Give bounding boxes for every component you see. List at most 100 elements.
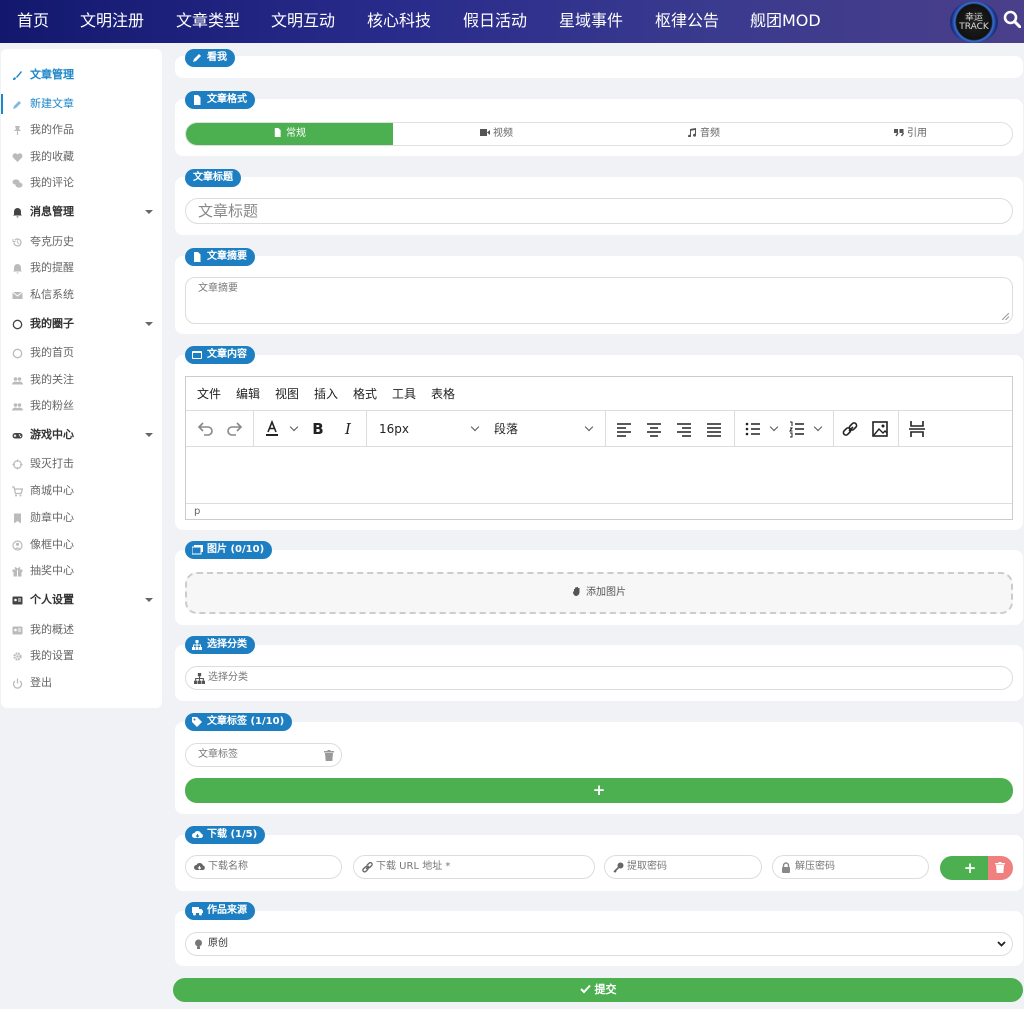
tab-video[interactable]: 视频 — [393, 123, 600, 145]
quote-icon — [894, 128, 904, 137]
avatar[interactable]: 幸运 TRACK — [950, 1, 998, 43]
tags-badge: 文章标签 (1/10) — [185, 713, 293, 731]
extract-code-input[interactable]: 提取密码 — [604, 855, 762, 879]
align-center-icon[interactable] — [646, 419, 662, 439]
tab-quote[interactable]: 引用 — [807, 123, 1012, 145]
bullet-list-icon[interactable] — [745, 419, 761, 439]
redo-icon[interactable] — [226, 419, 244, 439]
sidebar-item-19[interactable]: 个人设置 — [1, 589, 162, 611]
sidebar-item-4[interactable]: 我的评论 — [1, 172, 162, 194]
download-name-input[interactable]: 下载名称 — [185, 855, 342, 879]
nav-item-events[interactable]: 星域事件 — [559, 0, 623, 43]
sidebar-item-17[interactable]: 像框中心 — [1, 534, 162, 556]
search-icon[interactable] — [1003, 10, 1021, 28]
sidebar-item-20[interactable]: 我的概述 — [1, 619, 162, 641]
sidebar-item-label: 我的评论 — [30, 176, 74, 189]
menu-table[interactable]: 表格 — [431, 377, 455, 411]
tab-audio[interactable]: 音频 — [600, 123, 807, 145]
nav-item-interaction[interactable]: 文明互动 — [271, 0, 335, 43]
gift-icon — [12, 566, 23, 577]
sidebar-item-label: 像框中心 — [30, 538, 74, 551]
sidebar-item-18[interactable]: 抽奖中心 — [1, 560, 162, 582]
image-dropzone[interactable]: 添加图片 — [185, 572, 1013, 614]
block-format-select[interactable]: 段落 — [494, 419, 534, 439]
menu-insert[interactable]: 插入 — [314, 377, 338, 411]
italic-icon[interactable]: I — [340, 419, 356, 439]
sidebar-item-6[interactable]: 夸克历史 — [1, 231, 162, 253]
menu-edit[interactable]: 编辑 — [236, 377, 260, 411]
text-color-icon[interactable] — [263, 419, 281, 439]
nav-item-home[interactable]: 首页 — [17, 0, 49, 43]
page-break-icon[interactable] — [908, 419, 926, 439]
tab-regular-label: 常规 — [286, 128, 306, 139]
nav-item-holiday[interactable]: 假日活动 — [463, 0, 527, 43]
sidebar-item-11[interactable]: 我的关注 — [1, 369, 162, 391]
align-right-icon[interactable] — [676, 419, 692, 439]
unzip-password-input[interactable]: 解压密码 — [772, 855, 929, 879]
sidebar-item-16[interactable]: 勋章中心 — [1, 507, 162, 529]
sidebar-item-5[interactable]: 消息管理 — [1, 201, 162, 223]
font-size-select[interactable]: 16px — [379, 419, 419, 439]
sidebar-item-3[interactable]: 我的收藏 — [1, 146, 162, 168]
sidebar-item-14[interactable]: 毁灭打击 — [1, 453, 162, 475]
sidebar-item-15[interactable]: 商城中心 — [1, 480, 162, 502]
content-badge: 文章内容 — [185, 346, 255, 364]
trash-icon[interactable] — [324, 750, 334, 761]
look-label: 看我 — [207, 52, 227, 63]
menu-format[interactable]: 格式 — [353, 377, 377, 411]
look-card — [175, 56, 1023, 78]
summary-textarea[interactable]: 文章摘要 — [185, 277, 1013, 324]
submit-button[interactable]: 提交 — [173, 978, 1023, 1002]
menu-view[interactable]: 视图 — [275, 377, 299, 411]
sidebar-item-label: 新建文章 — [30, 97, 74, 110]
category-select[interactable]: 选择分类 — [185, 666, 1013, 690]
caret-down-icon[interactable] — [145, 598, 153, 602]
sidebar-item-22[interactable]: 登出 — [1, 672, 162, 694]
remove-download-button[interactable] — [988, 856, 1013, 880]
sidebar-item-2[interactable]: 我的作品 — [1, 119, 162, 141]
nav-item-tech[interactable]: 核心科技 — [367, 0, 431, 43]
bold-icon[interactable]: B — [310, 419, 326, 439]
tag-input[interactable]: 文章标签 — [185, 743, 342, 767]
sidebar-item-8[interactable]: 私信系统 — [1, 284, 162, 306]
title-input[interactable]: 文章标题 — [185, 198, 1013, 224]
sidebar-item-7[interactable]: 我的提醒 — [1, 257, 162, 279]
nav-item-announcements[interactable]: 枢律公告 — [655, 0, 719, 43]
sidebar-item-21[interactable]: 我的设置 — [1, 645, 162, 667]
undo-icon[interactable] — [196, 419, 214, 439]
link-icon[interactable] — [841, 419, 859, 439]
tab-regular[interactable]: 常规 — [186, 123, 393, 145]
id-card-icon — [12, 625, 23, 636]
sidebar-item-label: 我的粉丝 — [30, 399, 74, 412]
editor-content-area[interactable] — [186, 448, 1012, 503]
trash-icon — [995, 862, 1005, 873]
caret-down-icon[interactable] — [145, 322, 153, 326]
source-select[interactable]: 原创 — [185, 932, 1013, 956]
sidebar-item-9[interactable]: 我的圈子 — [1, 313, 162, 335]
editor-menubar: 文件 编辑 视图 插入 格式 工具 表格 — [186, 377, 1012, 411]
window-icon — [192, 350, 202, 360]
sidebar-item-0[interactable]: 文章管理 — [1, 64, 162, 86]
bell-icon — [12, 207, 23, 218]
caret-down-icon[interactable] — [145, 433, 153, 437]
sidebar-item-1[interactable]: 新建文章 — [1, 93, 162, 115]
align-justify-icon[interactable] — [706, 419, 722, 439]
menu-tools[interactable]: 工具 — [392, 377, 416, 411]
summary-placeholder: 文章摘要 — [198, 283, 238, 294]
sidebar-item-12[interactable]: 我的粉丝 — [1, 395, 162, 417]
resize-handle-icon[interactable] — [1002, 313, 1009, 320]
add-tag-button[interactable]: + — [185, 778, 1013, 803]
caret-down-icon[interactable] — [145, 210, 153, 214]
nav-item-mod[interactable]: 舰团MOD — [750, 0, 821, 43]
sidebar-item-13[interactable]: 游戏中心 — [1, 424, 162, 446]
image-icon[interactable] — [871, 419, 889, 439]
nav-item-register[interactable]: 文明注册 — [80, 0, 144, 43]
nav-item-article-types[interactable]: 文章类型 — [176, 0, 240, 43]
numbered-list-icon[interactable] — [789, 419, 805, 439]
pin-icon — [12, 125, 23, 136]
download-url-input[interactable]: 下载 URL 地址 * — [353, 855, 595, 879]
sidebar-item-10[interactable]: 我的首页 — [1, 342, 162, 364]
align-left-icon[interactable] — [616, 419, 632, 439]
truck-icon — [192, 906, 203, 916]
menu-file[interactable]: 文件 — [197, 377, 221, 411]
